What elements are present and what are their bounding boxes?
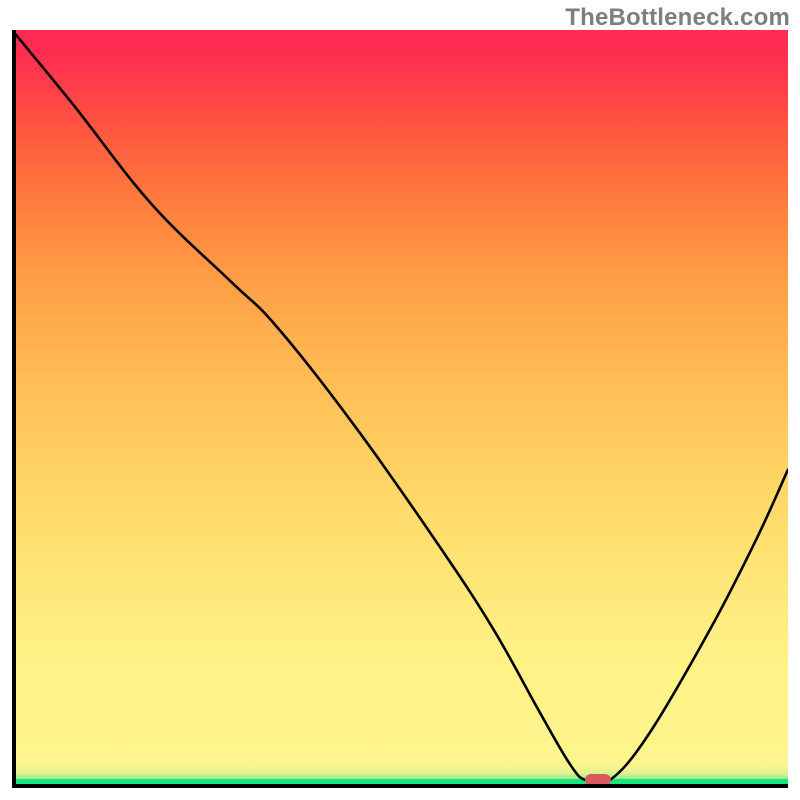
- attribution-text: TheBottleneck.com: [565, 4, 790, 32]
- optimal-point-marker: [585, 774, 611, 786]
- bottleneck-curve: [12, 30, 788, 788]
- chart-area: [12, 30, 788, 788]
